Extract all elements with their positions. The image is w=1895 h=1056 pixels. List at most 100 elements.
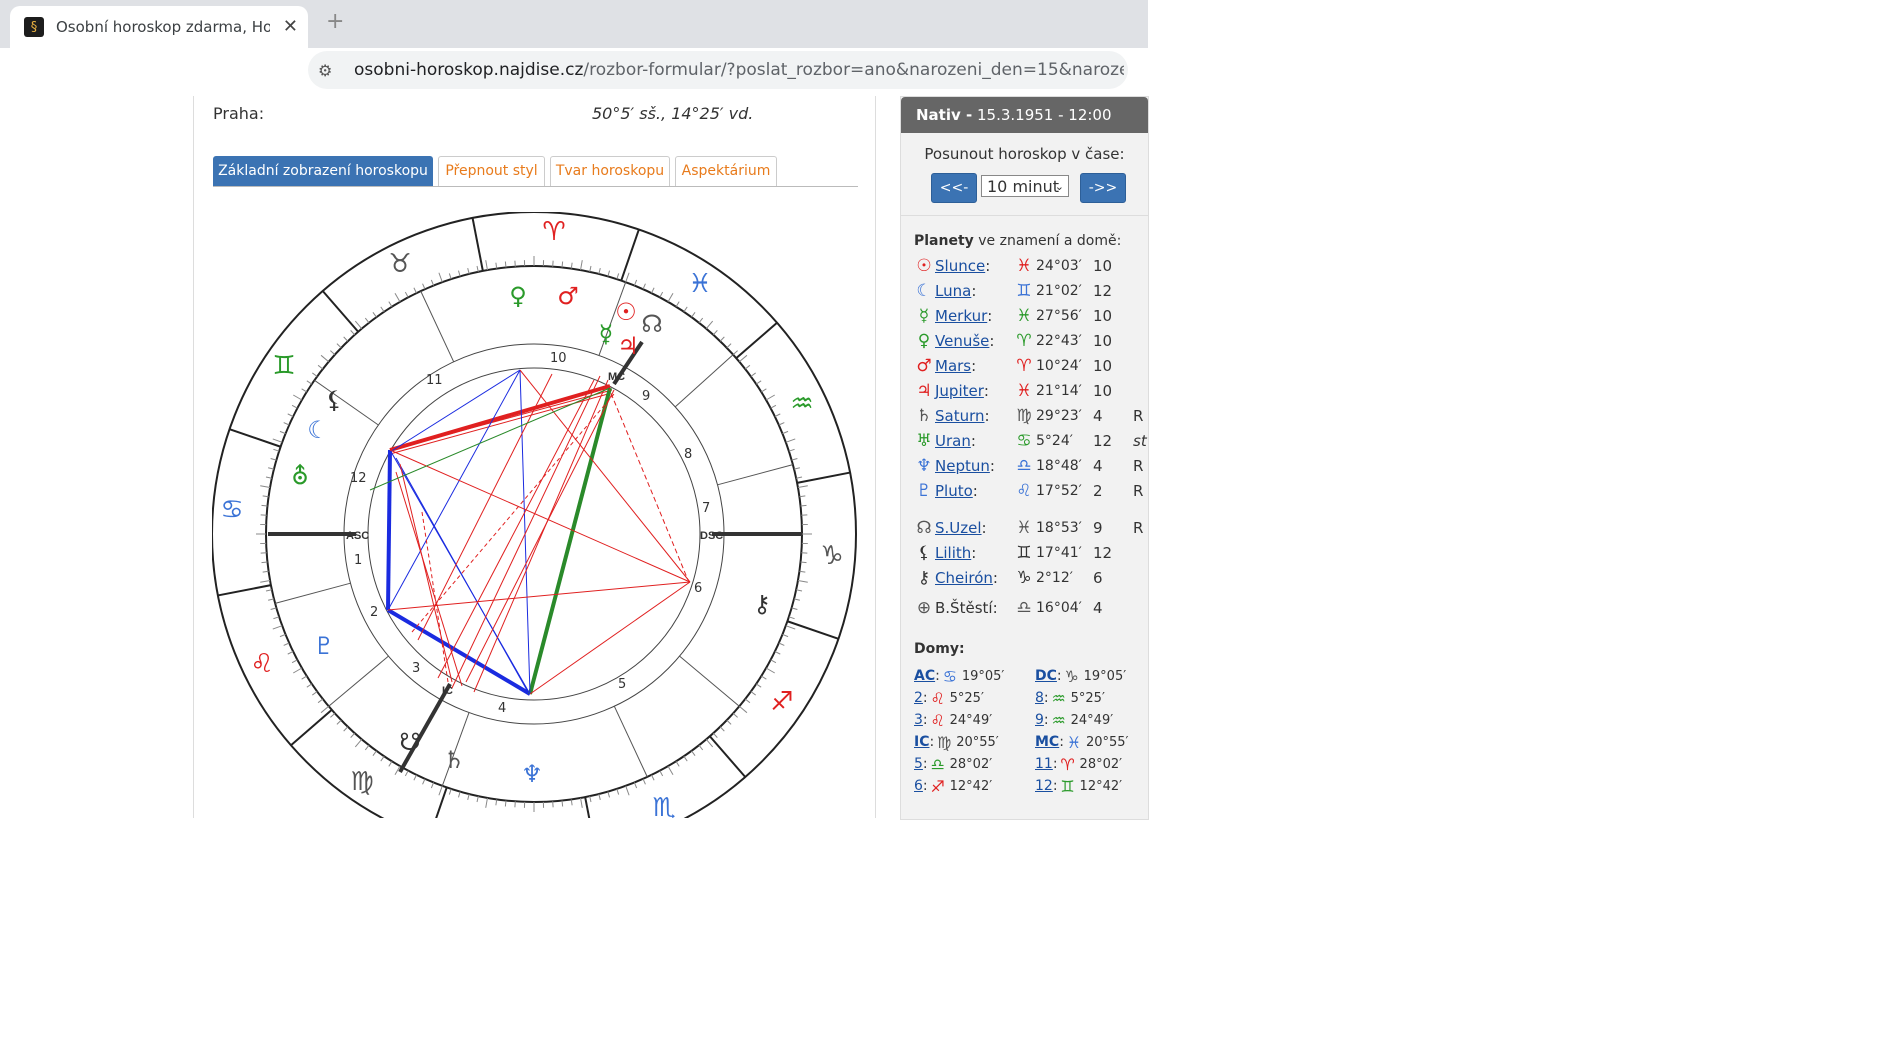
time-step-select[interactable]: 10 minut ⌄ xyxy=(981,175,1069,197)
shift-back-button[interactable]: <<- xyxy=(931,173,977,203)
house-7-label: 7 xyxy=(702,501,710,516)
planet-degree: 18°53′ xyxy=(1036,520,1082,536)
panel-header: Nativ - 15.3.1951 - 12:00 xyxy=(901,97,1148,133)
house-11-label: 11 xyxy=(426,373,443,388)
house-3-label: 3 xyxy=(412,661,420,676)
tab-basic-view[interactable]: Základní zobrazení horoskopu xyxy=(213,156,433,186)
house-row: DC: ♑ 19°05′ xyxy=(1035,666,1126,686)
degree-tick xyxy=(561,800,564,807)
planet-name-link[interactable]: S.Uzel xyxy=(935,519,982,537)
browser-tab[interactable]: § Osobní horoskop zdarma, Horoskop ✕ xyxy=(10,6,308,48)
planet-name-link[interactable]: Cheirón xyxy=(935,569,993,587)
house-name-link[interactable]: 5 xyxy=(914,756,923,772)
planet-colon: : xyxy=(981,519,987,537)
tab-horoscope-shape[interactable]: Tvar horoskopu xyxy=(550,156,670,186)
planet-name-link[interactable]: Saturn xyxy=(935,407,985,425)
planet-glyph-icon: ♂ xyxy=(916,356,932,376)
new-tab-icon[interactable]: + xyxy=(326,9,344,34)
planet-sign-icon: ♌ xyxy=(1016,481,1032,501)
planet-glyph-icon: ♄ xyxy=(916,406,932,426)
address-bar[interactable]: ⚙ osobni-horoskop.najdise.cz/rozbor-form… xyxy=(308,51,1128,89)
pluto-planet-icon: ♇ xyxy=(313,632,335,660)
degree-tick xyxy=(800,561,807,564)
planet-sign-icon: ♓ xyxy=(1016,256,1032,276)
houses-title: Domy: xyxy=(914,641,965,657)
house-name-link[interactable]: AC xyxy=(914,668,935,684)
url-domain: osobni-horoskop.najdise.cz xyxy=(354,60,584,80)
planet-name-link[interactable]: Merkur xyxy=(935,307,987,325)
house-row: IC: ♍ 20°55′ xyxy=(914,732,999,752)
planet-name-link[interactable]: Jupiter xyxy=(935,382,984,400)
house-name-link[interactable]: 9 xyxy=(1035,712,1044,728)
planet-house: 12 xyxy=(1093,544,1113,562)
planet-colon: : xyxy=(992,599,998,617)
degree-tick xyxy=(504,261,507,268)
house-name-link[interactable]: 6 xyxy=(914,778,923,794)
house-degree: 24°49′ xyxy=(1070,712,1114,728)
house-1-label: 1 xyxy=(354,553,362,568)
planet-sign-icon: ♈ xyxy=(1016,331,1032,351)
planet-house: 12 xyxy=(1093,282,1113,300)
dsc-label: DSC xyxy=(700,530,723,542)
scorpio-sign-icon: ♏ xyxy=(652,793,675,818)
uranus-planet-icon: ⛢ xyxy=(291,462,309,490)
planet-glyph-icon: ☊ xyxy=(916,518,932,538)
planet-house: 10 xyxy=(1093,257,1113,275)
house-sign-icon: ♋ xyxy=(942,666,957,686)
house-name-link[interactable]: 8 xyxy=(1035,690,1044,706)
mc-label: MC xyxy=(608,371,625,383)
tab-aspectarium[interactable]: Aspektárium xyxy=(675,156,777,186)
planet-name-link[interactable]: Pluto xyxy=(935,482,973,500)
url-text[interactable]: osobni-horoskop.najdise.cz/rozbor-formul… xyxy=(354,60,1124,80)
house-row: 3: ♌ 24°49′ xyxy=(914,710,992,730)
planet-degree: 2°12′ xyxy=(1036,570,1073,586)
house-name-link[interactable]: 12 xyxy=(1035,778,1053,794)
planet-colon: : xyxy=(971,544,977,562)
house-name-link[interactable]: MC xyxy=(1035,734,1059,750)
planet-flag: R xyxy=(1133,457,1144,475)
planet-name-link[interactable]: Luna xyxy=(935,282,971,300)
house-sign-icon: ♊ xyxy=(1060,776,1075,796)
house-degree: 28°02′ xyxy=(1079,756,1123,772)
planet-row: ☊ S.Uzel: ♓ 18°53′ 9 R xyxy=(913,517,1143,539)
close-tab-icon[interactable]: ✕ xyxy=(283,16,298,37)
house-name-link[interactable]: IC xyxy=(914,734,929,750)
ic-label: IC xyxy=(442,685,453,697)
site-favicon-icon: § xyxy=(24,17,44,37)
shift-forward-button[interactable]: ->> xyxy=(1080,173,1126,203)
planet-name-link[interactable]: Neptun xyxy=(935,457,990,475)
planet-sign-icon: ♓ xyxy=(1016,518,1032,538)
planet-name-link[interactable]: Lilith xyxy=(935,544,971,562)
house-degree: 5°25′ xyxy=(949,690,984,706)
house-name-link[interactable]: 11 xyxy=(1035,756,1053,772)
house-name-link[interactable]: 2 xyxy=(914,690,923,706)
planet-row: ♇ Pluto: ♌ 17°52′ 2 R xyxy=(913,480,1143,502)
planet-colon: : xyxy=(987,307,993,325)
planet-colon: : xyxy=(992,569,998,587)
planet-house: 2 xyxy=(1093,482,1103,500)
house-name-link[interactable]: 3 xyxy=(914,712,923,728)
house-name-link[interactable]: DC xyxy=(1035,668,1057,684)
planet-name-link[interactable]: Slunce xyxy=(935,257,985,275)
house-6-label: 6 xyxy=(694,581,702,596)
site-settings-icon[interactable]: ⚙ xyxy=(318,61,338,80)
tab-switch-style[interactable]: Přepnout styl xyxy=(438,156,545,186)
planet-glyph-icon: ⚸ xyxy=(917,543,931,563)
planet-name-link[interactable]: Venuše xyxy=(935,332,989,350)
planet-glyph-icon: ⚷ xyxy=(917,568,931,588)
degree-tick xyxy=(504,800,507,807)
planet-row: ⚸ Lilith: ♊ 17°41′ 12 xyxy=(913,542,1143,564)
horoscope-tabs: Základní zobrazení horoskopu Přepnout st… xyxy=(213,156,858,187)
planet-colon: : xyxy=(985,257,991,275)
aries-sign-icon: ♈ xyxy=(542,217,565,247)
house-sign-icon: ♐ xyxy=(930,776,945,796)
planet-name-link[interactable]: Mars xyxy=(935,357,971,375)
venus-planet-icon: ♀ xyxy=(509,282,527,310)
house-sign-icon: ♈ xyxy=(1060,754,1075,774)
house-degree: 20°55′ xyxy=(1085,734,1129,750)
sagittarius-sign-icon: ♐ xyxy=(770,687,793,717)
planet-colon: : xyxy=(983,382,989,400)
natal-panel: Nativ - 15.3.1951 - 12:00 Posunout horos… xyxy=(900,96,1149,820)
planet-row: ♀ Venuše: ♈ 22°43′ 10 xyxy=(913,330,1143,352)
planet-name-link[interactable]: Uran xyxy=(935,432,971,450)
